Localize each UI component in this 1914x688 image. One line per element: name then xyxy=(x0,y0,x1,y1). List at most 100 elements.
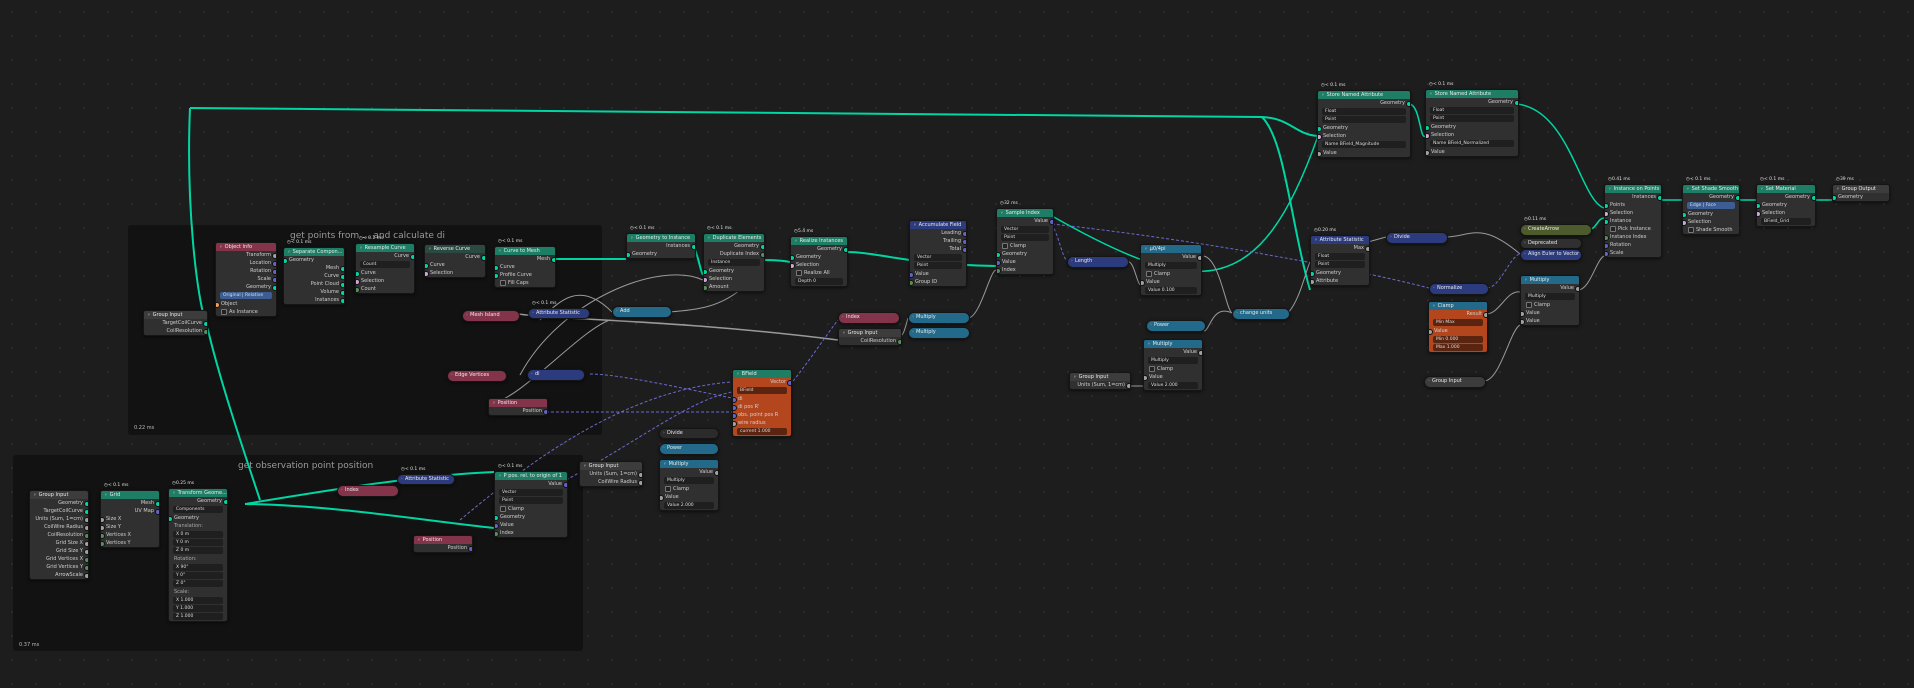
socket-icon[interactable] xyxy=(638,480,642,486)
node-header[interactable]: Geometry to Instance xyxy=(627,234,695,242)
socket-icon[interactable] xyxy=(1757,211,1761,217)
socket-icon[interactable] xyxy=(356,287,360,293)
socket-icon[interactable] xyxy=(1575,286,1579,292)
node-editor-canvas[interactable]: get points from ... and calculate di 0.2… xyxy=(0,0,1914,688)
node-header[interactable]: Multiply xyxy=(909,328,969,338)
node-header[interactable]: Accumulate Field xyxy=(910,221,966,229)
node-header[interactable]: Group Input xyxy=(144,311,207,319)
node-gi6[interactable]: Group InputUnits (Sum, 1=cm) CoilWire Rad… xyxy=(579,461,643,487)
node-c2m[interactable]: Curve to MeshMesh Curve Profile Curve Fill … xyxy=(494,246,556,288)
node-attrstat2[interactable]: Attribute StatisticMax FloatPoint Geometry… xyxy=(1310,235,1370,286)
node-di[interactable]: di xyxy=(527,369,585,381)
node-add[interactable]: Add xyxy=(612,306,672,318)
node-attrstat1[interactable]: Attribute Statistic xyxy=(528,308,590,319)
node-field[interactable]: Point xyxy=(1430,115,1514,122)
socket-icon[interactable] xyxy=(997,268,1001,274)
node-field[interactable]: current 1.000 xyxy=(737,428,787,435)
node-meshisland[interactable]: Mesh Island xyxy=(462,310,520,322)
checkbox-icon[interactable] xyxy=(665,485,671,492)
node-gi4[interactable]: Group Input xyxy=(1424,376,1486,388)
socket-icon[interactable] xyxy=(543,409,547,415)
socket-icon[interactable] xyxy=(1198,350,1202,356)
node-field[interactable]: Vector xyxy=(914,254,962,261)
checkbox-icon[interactable] xyxy=(221,308,227,315)
node-header[interactable]: change units xyxy=(1233,309,1289,319)
node-ppos[interactable]: P pos. rel. to origin of 1ValueVectorPoi… xyxy=(494,471,568,538)
node-field[interactable]: Original | Relative xyxy=(220,292,272,299)
node-field[interactable]: Point xyxy=(1001,234,1049,241)
node-header[interactable]: Deprecated xyxy=(1521,239,1581,248)
node-field[interactable]: X 1.000 xyxy=(173,597,223,604)
checkbox-icon[interactable] xyxy=(500,279,506,286)
socket-icon[interactable] xyxy=(962,247,966,253)
node-transform[interactable]: Transform Geome...GeometryComponentsGeom… xyxy=(168,488,228,622)
node-field[interactable]: Point xyxy=(914,262,962,269)
node-header[interactable]: Instance on Points xyxy=(1605,185,1661,193)
node-field[interactable]: Z 0 m xyxy=(173,547,223,554)
node-field[interactable]: Components xyxy=(173,506,223,513)
socket-icon[interactable] xyxy=(340,298,344,304)
node-gout[interactable]: Group OutputGeometry xyxy=(1832,184,1890,202)
node-field[interactable]: Y 0° xyxy=(173,572,223,579)
node-field[interactable]: Multiply xyxy=(1148,357,1198,364)
socket-icon[interactable] xyxy=(410,254,414,260)
node-align[interactable]: Align Euler to Vector xyxy=(1520,249,1582,261)
node-realize[interactable]: Realize InstancesGeometryGeometrySelecti… xyxy=(790,236,848,287)
socket-icon[interactable] xyxy=(1514,100,1518,106)
node-header[interactable]: di xyxy=(528,370,584,380)
socket-icon[interactable] xyxy=(84,573,88,579)
node-header[interactable]: P pos. rel. to origin of 1 xyxy=(495,472,567,480)
node-field[interactable]: Vector xyxy=(1001,226,1049,233)
node-header[interactable]: Store Named Attribute xyxy=(1426,90,1518,98)
socket-icon[interactable] xyxy=(787,380,791,386)
socket-icon[interactable] xyxy=(272,285,276,291)
node-position2[interactable]: PositionPosition xyxy=(413,535,473,553)
node-header[interactable]: Multiply xyxy=(909,313,969,323)
node-length[interactable]: Length xyxy=(1067,256,1129,268)
socket-icon[interactable] xyxy=(1049,219,1053,225)
checkbox-icon[interactable] xyxy=(1688,226,1694,233)
node-header[interactable]: Group Input xyxy=(580,462,642,470)
node-header[interactable]: Set Shade Smooth xyxy=(1683,185,1739,193)
checkbox-icon[interactable] xyxy=(1002,242,1008,249)
node-header[interactable]: Curve to Mesh xyxy=(495,247,555,255)
node-gi2[interactable]: Group InputCoilResolution xyxy=(838,328,902,346)
node-header[interactable]: Object Info xyxy=(216,243,276,251)
node-field[interactable]: Value 2.000 xyxy=(1148,382,1198,389)
checkbox-icon[interactable] xyxy=(1526,301,1532,308)
socket-icon[interactable] xyxy=(1426,133,1430,139)
node-field[interactable]: Point xyxy=(1322,116,1406,123)
node-mult2[interactable]: Multiply xyxy=(908,327,970,339)
node-field[interactable]: Float xyxy=(1430,107,1514,114)
node-attrstat3[interactable]: Attribute Statistic xyxy=(397,474,455,485)
node-field[interactable]: Y 1.000 xyxy=(173,605,223,612)
node-field[interactable]: Z 1.000 xyxy=(173,613,223,620)
node-header[interactable]: Duplicate Elements xyxy=(704,234,764,242)
node-header[interactable]: CreateArrow xyxy=(1521,225,1591,235)
socket-icon[interactable] xyxy=(1521,319,1525,325)
node-header[interactable]: Group Output xyxy=(1833,185,1889,193)
node-field[interactable]: Vector xyxy=(499,489,563,496)
node-header[interactable]: Index xyxy=(338,486,398,496)
node-mu0[interactable]: μ0/4piValueMultiplyClampValueValue 0.100 xyxy=(1140,244,1202,296)
node-createarrow[interactable]: CreateArrow xyxy=(1520,224,1592,236)
node-header[interactable]: Transform Geome... xyxy=(169,489,227,497)
node-header[interactable]: Mesh Island xyxy=(463,311,519,321)
socket-icon[interactable] xyxy=(1144,375,1148,381)
node-index1[interactable]: Index xyxy=(838,312,900,324)
node-store2[interactable]: Store Named AttributeGeometryFloatPointG… xyxy=(1425,89,1519,157)
node-header[interactable]: Resample Curve xyxy=(356,244,414,252)
node-header[interactable]: Group Input xyxy=(1070,373,1130,381)
socket-icon[interactable] xyxy=(714,470,718,476)
node-header[interactable]: Group Input xyxy=(839,329,901,337)
node-field[interactable]: Instance xyxy=(708,259,760,266)
node-gi1[interactable]: Group InputTargetCoilCurve CoilResolution xyxy=(143,310,208,336)
node-header[interactable]: Multiply xyxy=(1144,340,1202,348)
node-field[interactable]: Value 2.000 xyxy=(664,502,714,509)
node-header[interactable]: Group Input xyxy=(30,491,88,499)
node-header[interactable]: Attribute Statistic xyxy=(398,475,454,484)
node-gi5[interactable]: Group InputGeometry TargetCoilCurve Units … xyxy=(29,490,89,580)
node-header[interactable]: Index xyxy=(839,313,899,323)
socket-icon[interactable] xyxy=(1197,255,1201,261)
node-header[interactable]: Divide xyxy=(660,429,718,438)
